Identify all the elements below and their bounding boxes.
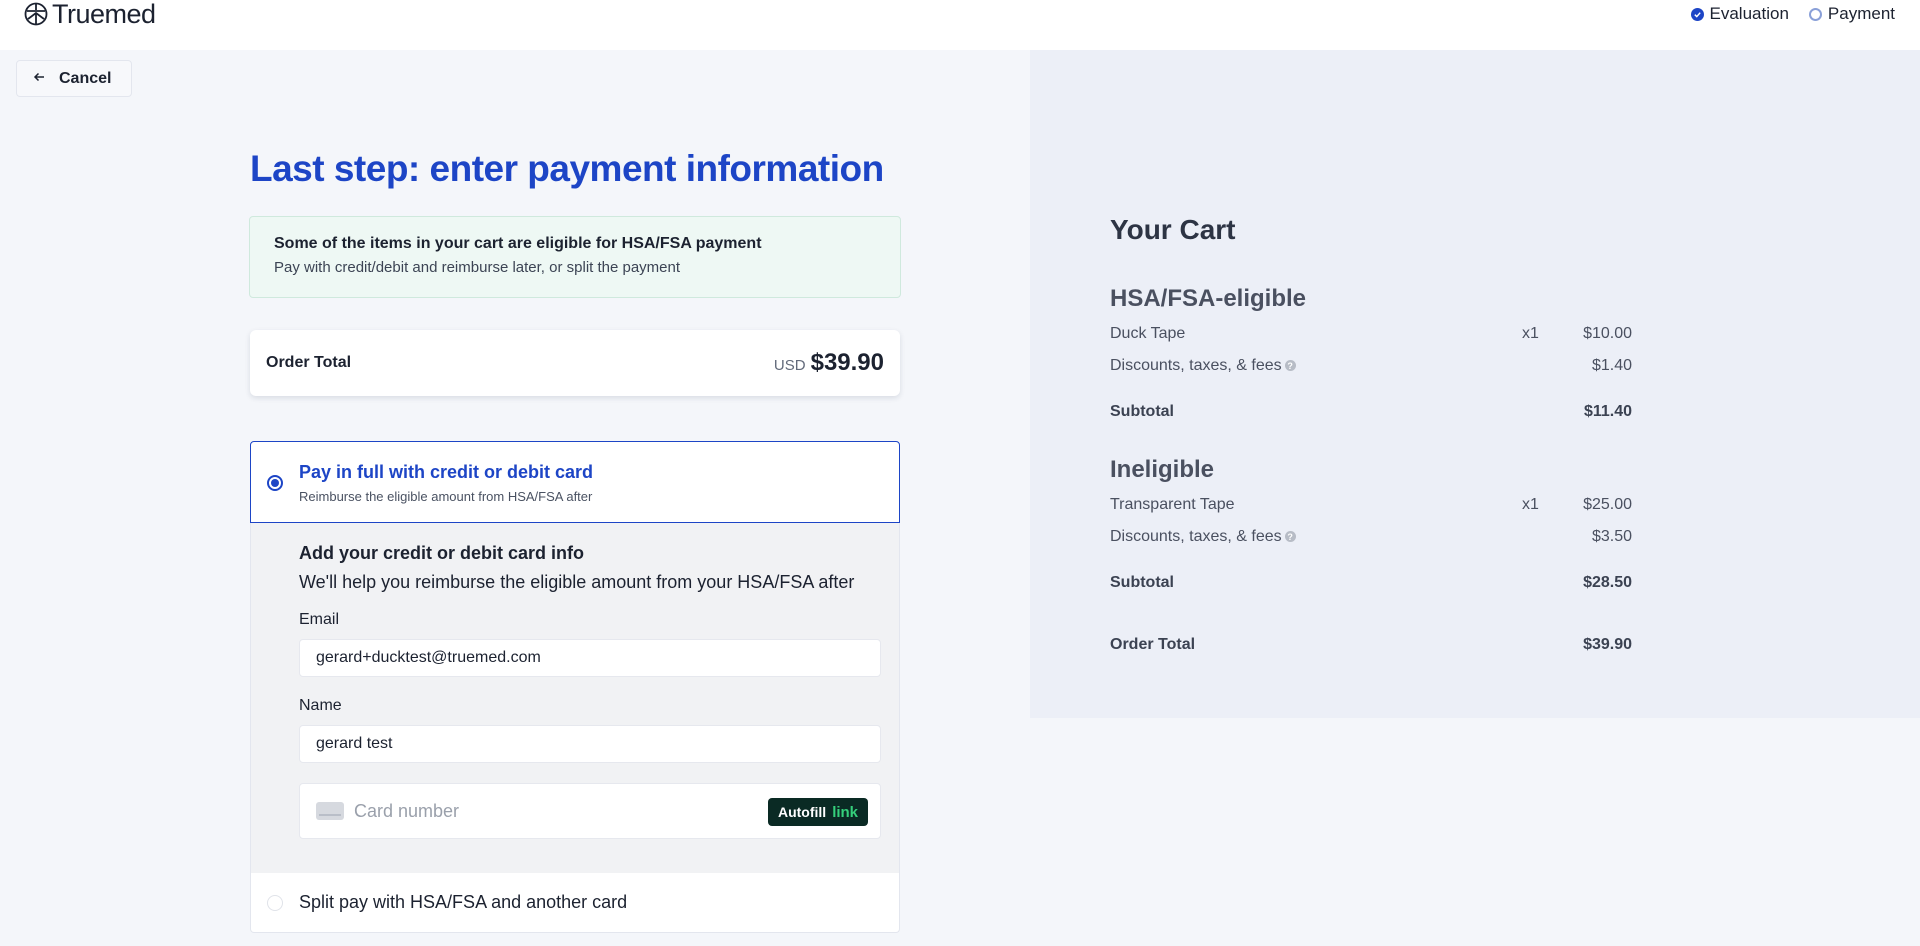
fees-price: $1.40 [1591, 357, 1632, 374]
autofill-link-button[interactable]: Autofill link [768, 798, 868, 826]
top-bar: Truemed Evaluation Payment [0, 0, 1920, 50]
email-field[interactable] [299, 639, 881, 677]
eligibility-banner-subtitle: Pay with credit/debit and reimburse late… [274, 259, 681, 276]
split-pay-option[interactable]: Split pay with HSA/FSA and another card [250, 873, 900, 933]
step-circle-icon [1808, 7, 1822, 21]
order-total-label: Order Total [266, 354, 352, 371]
card-info-section: Add your credit or debit card info We'll… [250, 523, 900, 873]
logo[interactable]: Truemed [24, 0, 156, 29]
cart-fees-line: Discounts, taxes, & fees? $1.40 [1110, 357, 1632, 389]
order-total-currency: USD [773, 357, 806, 374]
split-pay-radio[interactable] [267, 895, 283, 911]
cart-section-title: Ineligible [1110, 456, 1215, 483]
order-total-amount: USD $39.90 [774, 349, 884, 377]
cart-item-name: Duck Tape [1110, 325, 1186, 342]
subtotal-line: Subtotal $28.50 [1110, 574, 1632, 604]
cart-item-qty: x1 [1522, 325, 1539, 342]
email-label: Email [299, 611, 340, 628]
cart-section-eligible: HSA/FSA-eligible Duck Tape x1 $10.00 Dis… [1110, 285, 1632, 433]
eligibility-banner-title: Some of the items in your cart are eligi… [274, 235, 762, 252]
link-logo: link [832, 803, 859, 821]
cart-item: Transparent Tape x1 $25.00 [1110, 496, 1632, 528]
pay-in-full-subtitle: Reimburse the eligible amount from HSA/F… [299, 489, 593, 504]
split-pay-title: Split pay with HSA/FSA and another card [299, 892, 628, 912]
name-field[interactable] [299, 725, 881, 763]
cart-order-total-price: $39.90 [1583, 636, 1632, 653]
subtotal-label: Subtotal [1110, 574, 1174, 591]
order-total-card: Order Total USD $39.90 [250, 330, 900, 396]
logo-text: Truemed [52, 0, 156, 29]
step-payment-label: Payment [1827, 4, 1895, 23]
fees-label: Discounts, taxes, & fees [1110, 528, 1282, 545]
card-info-subtitle: We'll help you reimburse the eligible am… [299, 572, 855, 592]
cart-title: Your Cart [1110, 214, 1236, 245]
page-title: Last step: enter payment information [250, 148, 884, 189]
fees-price: $3.50 [1591, 528, 1632, 545]
step-evaluation: Evaluation [1690, 4, 1789, 24]
cart-order-total: Order Total $39.90 [1110, 636, 1632, 654]
card-info-title: Add your credit or debit card info [299, 543, 585, 563]
progress-steps: Evaluation Payment [1690, 4, 1895, 24]
name-label: Name [299, 697, 342, 714]
cart-section-title: HSA/FSA-eligible [1110, 285, 1307, 312]
card-number-input[interactable] [354, 800, 754, 822]
info-icon[interactable]: ? [1284, 531, 1296, 543]
cart-item-price: $10.00 [1583, 325, 1632, 342]
cart-item-price: $25.00 [1583, 496, 1632, 513]
step-payment: Payment [1808, 4, 1895, 24]
fees-label-wrap: Discounts, taxes, & fees? [1110, 528, 1296, 546]
fees-label: Discounts, taxes, & fees [1110, 357, 1282, 374]
arrow-left-icon [33, 70, 45, 87]
subtotal-label: Subtotal [1110, 403, 1174, 420]
check-icon [1690, 7, 1704, 21]
pay-in-full-radio[interactable] [267, 475, 283, 491]
cart-section-ineligible: Ineligible Transparent Tape x1 $25.00 Di… [1110, 456, 1632, 604]
cancel-button[interactable]: Cancel [16, 60, 132, 97]
card-number-row: Autofill link [299, 783, 881, 839]
subtotal-line: Subtotal $11.40 [1110, 403, 1632, 433]
subtotal-price: $11.40 [1583, 403, 1632, 420]
info-icon[interactable]: ? [1284, 360, 1296, 372]
pay-in-full-title: Pay in full with credit or debit card [299, 462, 594, 482]
cart-item: Duck Tape x1 $10.00 [1110, 325, 1632, 357]
cart-item-name: Transparent Tape [1110, 496, 1235, 513]
step-evaluation-label: Evaluation [1709, 4, 1789, 23]
fees-label-wrap: Discounts, taxes, & fees? [1110, 357, 1296, 375]
cart-item-qty: x1 [1522, 496, 1539, 513]
truemed-logo-icon [24, 2, 48, 26]
autofill-label: Autofill [777, 804, 827, 820]
cart-order-total-label: Order Total [1110, 636, 1196, 653]
card-icon [316, 802, 344, 820]
cancel-label: Cancel [59, 69, 112, 87]
pay-in-full-option[interactable]: Pay in full with credit or debit card Re… [250, 441, 900, 523]
eligibility-banner: Some of the items in your cart are eligi… [249, 216, 901, 298]
order-total-value: $39.90 [810, 349, 884, 376]
cart-fees-line: Discounts, taxes, & fees? $3.50 [1110, 528, 1632, 560]
subtotal-price: $28.50 [1583, 574, 1632, 591]
